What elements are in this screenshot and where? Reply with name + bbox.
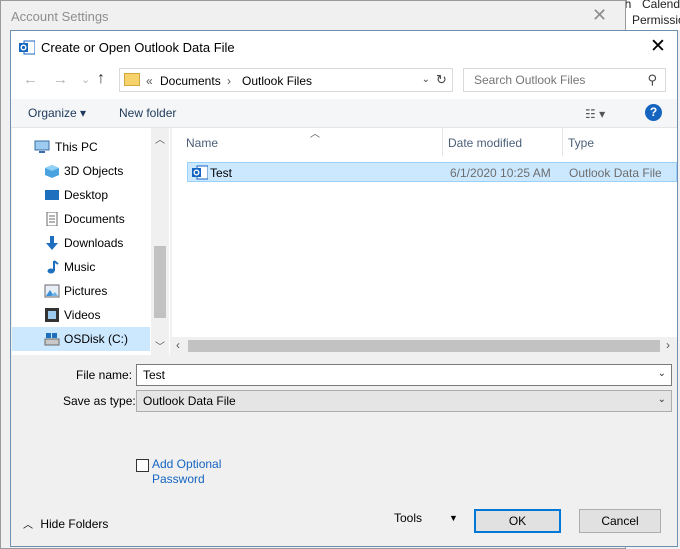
save-as-type-value: Outlook Data File [143, 394, 236, 408]
command-bar: Organize ▾ New folder ☷ ▾ ? [11, 99, 677, 128]
sidebar-item-desktop[interactable]: Desktop [12, 183, 150, 207]
file-name: Test [210, 166, 233, 180]
breadcrumb-overflow[interactable]: « [146, 74, 153, 88]
chevron-down-icon[interactable]: ⌄ [658, 368, 666, 379]
sidebar-item-pictures[interactable]: Pictures [12, 279, 150, 303]
sidebar-item-this-pc[interactable]: This PC [12, 135, 150, 159]
folder-icon [124, 73, 140, 86]
navigation-row: ← → ⌄ ↑ « Documents › Outlook Files ⌄ ↻ … [11, 63, 677, 99]
hide-folders-label: Hide Folders [40, 517, 109, 531]
sidebar-item-label: Videos [64, 308, 101, 322]
chevron-down-icon[interactable]: ⌄ [658, 394, 666, 405]
optional-password-checkbox[interactable] [136, 459, 149, 472]
column-header-name[interactable]: Name [172, 128, 443, 156]
view-options-icon[interactable]: ☷ ▾ [585, 107, 605, 121]
sidebar-item-videos[interactable]: Videos [12, 303, 150, 327]
up-icon[interactable]: ↑ [97, 70, 105, 88]
tools-label: Tools [394, 511, 423, 525]
optional-password-label[interactable]: Add Optional Password [152, 457, 242, 487]
outlook-data-file-icon [192, 165, 208, 180]
computer-icon [34, 140, 50, 153]
search-icon[interactable]: ⚲ [647, 72, 657, 88]
recent-locations-icon[interactable]: ⌄ [81, 73, 90, 86]
outlook-icon [19, 40, 35, 55]
ok-button[interactable]: OK [474, 509, 561, 533]
breadcrumb-outlook-files[interactable]: Outlook Files [242, 74, 312, 88]
cube-icon [45, 165, 59, 178]
sidebar-item-label: OSDisk (C:) [64, 332, 128, 346]
filename-field[interactable]: Test ⌄ [136, 364, 672, 386]
save-dialog: Create or Open Outlook Data File ✕ ← → ⌄… [10, 30, 678, 547]
sidebar-item-label: This PC [55, 140, 98, 154]
new-folder-button[interactable]: New folder [119, 106, 176, 120]
title-bar: Create or Open Outlook Data File ✕ [11, 31, 677, 63]
pictures-icon [44, 284, 60, 298]
scrollbar-thumb[interactable] [188, 340, 660, 352]
sidebar-item-osdisk[interactable]: OSDisk (C:) [12, 327, 150, 351]
chevron-down-icon[interactable]: ⌄ [422, 74, 430, 85]
document-icon [46, 212, 58, 226]
back-icon[interactable]: ← [23, 71, 38, 88]
navigation-pane: This PC 3D Objects Desktop Documents Dow… [12, 128, 170, 355]
dialog-title: Create or Open Outlook Data File [41, 40, 235, 55]
horizontal-scrollbar[interactable]: ‹ › [172, 337, 677, 355]
scroll-up-icon[interactable]: ︿ [155, 131, 165, 146]
sidebar-item-label: Documents [64, 212, 125, 226]
sidebar-item-label: Pictures [64, 284, 108, 298]
ribbon-fragment-calendar: Calend [642, 0, 680, 11]
address-bar[interactable]: « Documents › Outlook Files ⌄ [119, 68, 437, 92]
music-icon [47, 260, 59, 274]
account-settings-close-icon[interactable]: ✕ [592, 5, 607, 26]
file-list: ︿ Name Date modified Type Test 6/1/2020 … [172, 128, 677, 355]
filename-label: File name: [76, 368, 133, 382]
tools-button[interactable]: Tools ▼ [394, 507, 464, 531]
breadcrumb-documents[interactable]: Documents [160, 74, 221, 88]
video-icon [45, 308, 59, 322]
filename-value: Test [143, 368, 166, 382]
sidebar-item-label: Downloads [64, 236, 124, 250]
ribbon-fragment-permissions: Permissio [632, 13, 680, 27]
vertical-scrollbar[interactable]: ︿ ﹀ [151, 128, 169, 355]
search-box[interactable]: ⚲ [463, 68, 666, 92]
hide-folders-button[interactable]: ︿ Hide Folders [23, 516, 108, 531]
column-header-type[interactable]: Type [562, 128, 677, 156]
sidebar-item-music[interactable]: Music [12, 255, 150, 279]
file-date: 6/1/2020 10:25 AM [450, 166, 551, 180]
save-as-type-select[interactable]: Outlook Data File ⌄ [136, 390, 672, 412]
desktop-icon [45, 190, 59, 200]
scroll-down-icon[interactable]: ﹀ [155, 338, 165, 353]
sidebar-item-3d-objects[interactable]: 3D Objects [12, 159, 150, 183]
sidebar-item-label: Desktop [64, 188, 109, 202]
scroll-left-icon[interactable]: ‹ [176, 338, 180, 352]
sidebar-item-downloads[interactable]: Downloads [12, 231, 150, 255]
scroll-right-icon[interactable]: › [666, 338, 670, 352]
file-type: Outlook Data File [569, 166, 662, 180]
table-row[interactable]: Test 6/1/2020 10:25 AM Outlook Data File [187, 162, 677, 182]
save-as-type-label: Save as type: [63, 394, 136, 408]
sidebar-item-documents[interactable]: Documents [12, 207, 150, 231]
triangle-down-icon: ▼ [449, 513, 458, 523]
sidebar-item-label: Music [64, 260, 96, 274]
breadcrumb-separator: › [227, 74, 231, 88]
forward-icon[interactable]: → [53, 71, 68, 88]
drive-icon [44, 333, 60, 346]
cancel-button[interactable]: Cancel [579, 509, 661, 533]
download-icon [46, 236, 58, 250]
help-icon[interactable]: ? [645, 104, 662, 121]
search-input[interactable] [472, 72, 646, 88]
chevron-up-icon: ︿ [23, 520, 33, 531]
column-header-date[interactable]: Date modified [442, 128, 563, 156]
organize-button[interactable]: Organize ▾ [28, 106, 86, 120]
sidebar-item-label: 3D Objects [64, 164, 124, 178]
refresh-icon[interactable]: ↻ [431, 68, 453, 92]
close-icon[interactable]: ✕ [647, 36, 669, 58]
scrollbar-thumb[interactable] [154, 246, 166, 318]
account-settings-title: Account Settings [11, 9, 109, 24]
